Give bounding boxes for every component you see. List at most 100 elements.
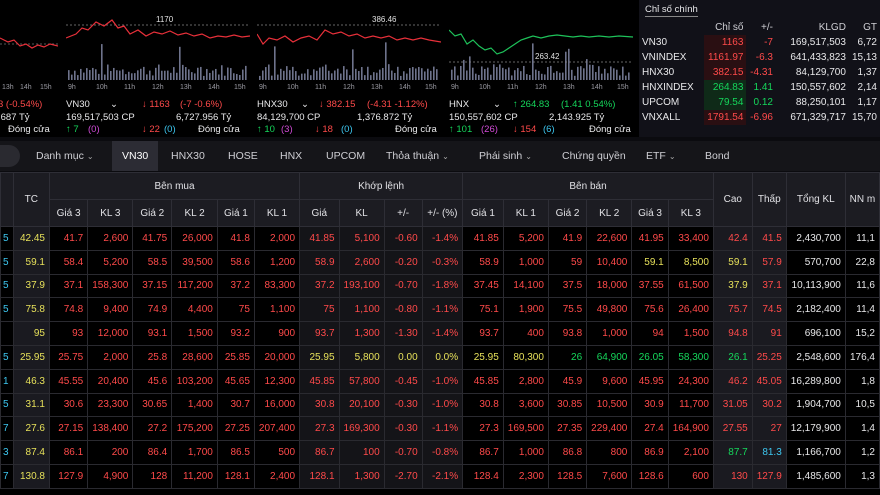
index-panel-vn30[interactable]: 1170 9h 10h 11h 12h 13h 14h 15h VN30 ⌄ ↓…	[66, 0, 250, 137]
index-value-traded: 2,14	[857, 82, 877, 93]
ask-price-3: 86.9	[631, 440, 669, 465]
match-change: 0.00	[383, 344, 423, 370]
col-subheader[interactable]: Giá 3	[631, 199, 669, 227]
index-value: 1791.54	[704, 110, 747, 125]
reference-price: 87.4	[12, 440, 50, 465]
table-row[interactable]: 5 42.45 41.7 2,600 41.75 26,000 41.8 2,000 41.85…	[0, 226, 880, 251]
symbol-search-input[interactable]	[0, 145, 20, 167]
col-subheader[interactable]: KL 2	[171, 199, 218, 227]
col-subheader[interactable]: KL 1	[253, 199, 301, 227]
volume-bar	[322, 66, 324, 80]
col-subheader[interactable]: Giá	[299, 199, 340, 227]
tab-hnx30[interactable]: HNX30	[171, 141, 205, 171]
table-row[interactable]: 95 93 12,000 93.1 1,500 93.2 900 93.7 1,300 -1.30…	[0, 321, 880, 346]
table-row[interactable]: 3 87.4 86.1 200 86.4 1,700 86.5 500 86.7 100 -0.70…	[0, 440, 880, 465]
reference-price: 95	[12, 321, 50, 346]
tab-thỏa-thuận[interactable]: Thỏa thuận ⌄	[386, 141, 449, 171]
volume-bar	[580, 66, 582, 80]
match-change-pct: -1.1%	[421, 416, 464, 442]
index-volume: 671,329,717	[790, 112, 846, 123]
time-tick: 15h	[234, 84, 246, 91]
match-volume: 20,100	[338, 392, 385, 418]
col-subheader[interactable]: KL 3	[87, 199, 134, 227]
bid-volume-1: 1,100	[253, 297, 301, 323]
ask-volume-2: 229,400	[586, 416, 633, 442]
ask-volume-2: 800	[586, 440, 633, 465]
index-row[interactable]: HNX30 382.15 -4.31 84,129,700 1,37	[639, 65, 880, 80]
tab-etf[interactable]: ETF ⌄	[646, 141, 676, 171]
volume-bar	[230, 68, 232, 80]
col-subheader[interactable]: KL 1	[502, 199, 549, 227]
main-indices-title[interactable]: Chỉ số chính	[645, 4, 698, 17]
col-subheader[interactable]: +/- (%)	[421, 199, 464, 227]
foreign-buy: 11,6	[844, 273, 880, 299]
tab-bond[interactable]: Bond	[705, 141, 730, 171]
index-price: ↓ 382.15	[319, 99, 356, 110]
table-row[interactable]: 5 37.9 37.1 158,300 37.15 117,200 37.2 83,300 37…	[0, 273, 880, 299]
col-header-reference[interactable]: TC	[12, 172, 50, 227]
col-subheader[interactable]: KL 3	[667, 199, 714, 227]
index-row[interactable]: HNXINDEX 264.83 1.41 150,557,602 2,14	[639, 80, 880, 95]
volume-bar	[484, 68, 486, 80]
index-panel-partial[interactable]: 13h 14h 15h 3 (-0.54%) .687 Tỷ Đóng cửa	[0, 0, 58, 137]
volume-bar	[167, 70, 169, 80]
table-row[interactable]: 5 25.95 25.75 2,000 25.8 28,600 25.85 20,000 25.…	[0, 344, 880, 370]
volume-bar	[478, 74, 480, 80]
table-row[interactable]: 5 75.8 74.8 9,400 74.9 4,400 75 1,100 75 1,100 -0.…	[0, 297, 880, 323]
bid-price-2: 30.65	[132, 392, 173, 418]
index-name: UPCOM	[642, 97, 680, 108]
tab-danh-mục[interactable]: Danh mục ⌄	[36, 141, 94, 171]
volume-bar	[98, 73, 100, 80]
match-change-pct: -1.4%	[421, 226, 464, 251]
table-row[interactable]: 1 46.3 45.55 20,400 45.6 103,200 45.65 12,300 45…	[0, 368, 880, 394]
chevron-down-icon[interactable]: ⌄	[493, 99, 501, 110]
tab-hose[interactable]: HOSE	[228, 141, 258, 171]
col-subheader[interactable]: KL	[338, 199, 385, 227]
col-header-symbol[interactable]	[0, 172, 14, 227]
chevron-down-icon[interactable]: ⌄	[301, 99, 309, 110]
index-row[interactable]: VN30 1163 -7 169,517,503 6,72	[639, 35, 880, 50]
table-row[interactable]: 7 130.8 127.9 4,900 128 11,200 128.1 2,400 128.1…	[0, 463, 880, 489]
table-row[interactable]: 5 31.1 30.6 23,300 30.65 1,400 30.7 16,000 30.8 2…	[0, 392, 880, 418]
col-header-foreign[interactable]: NN m	[844, 172, 880, 227]
col-header-high[interactable]: Cao	[712, 172, 753, 227]
col-subheader[interactable]: Giá 2	[132, 199, 173, 227]
volume-bar	[245, 65, 247, 80]
col-subheader[interactable]: +/-	[383, 199, 423, 227]
col-header-low[interactable]: Thấp	[751, 172, 787, 227]
bid-volume-2: 103,200	[171, 368, 218, 394]
index-panel-hnx30[interactable]: 386.46 9h 10h 11h 12h 13h 14h 15h HNX30 …	[257, 0, 441, 137]
chevron-down-icon[interactable]: ⌄	[110, 99, 118, 110]
index-panel-hnx[interactable]: 263.42 9h 10h 11h 12h 13h 14h 15h HNX ⌄ …	[449, 0, 633, 137]
index-row[interactable]: UPCOM 79.54 0.12 88,250,101 1,17	[639, 95, 880, 110]
tab-vn30[interactable]: VN30	[112, 141, 159, 171]
match-change: -0.30	[383, 392, 423, 418]
index-row[interactable]: VNXALL 1791.54 -6.96 671,329,717 15,70	[639, 110, 880, 125]
col-header-total-volume[interactable]: Tổng KL	[785, 172, 846, 227]
table-row[interactable]: 5 59.1 58.4 5,200 58.5 39,500 58.6 1,200 58.9 2,6…	[0, 249, 880, 275]
bid-volume-1: 900	[253, 321, 301, 346]
volume-bar	[215, 68, 217, 80]
tab-phái-sinh[interactable]: Phái sinh ⌄	[479, 141, 532, 171]
table-row[interactable]: 7 27.6 27.15 138,400 27.2 175,200 27.25 207,400…	[0, 416, 880, 442]
volume-bar	[427, 68, 429, 80]
col-subheader[interactable]: Giá 1	[216, 199, 255, 227]
volume-bar	[385, 42, 387, 80]
tab-chứng-quyền[interactable]: Chứng quyền	[562, 141, 626, 171]
index-row[interactable]: VNINDEX 1161.97 -6.3 641,433,823 15,13	[639, 50, 880, 65]
col-subheader[interactable]: KL 2	[586, 199, 633, 227]
volume-bar	[334, 70, 336, 80]
col-subheader[interactable]: Giá 1	[462, 199, 504, 227]
ask-price-2: 26	[547, 344, 588, 370]
symbol-cell: 5	[0, 344, 14, 370]
col-subheader[interactable]: Giá 2	[547, 199, 588, 227]
ask-price-1: 75.1	[462, 297, 504, 323]
tab-upcom[interactable]: UPCOM	[326, 141, 365, 171]
volume-bar	[403, 71, 405, 80]
ask-price-2: 30.85	[547, 392, 588, 418]
high-price: 87.7	[712, 440, 753, 465]
time-tick: 13h	[2, 84, 14, 91]
tab-hnx[interactable]: HNX	[280, 141, 302, 171]
bid-volume-1: 83,300	[253, 273, 301, 299]
col-subheader[interactable]: Giá 3	[48, 199, 89, 227]
